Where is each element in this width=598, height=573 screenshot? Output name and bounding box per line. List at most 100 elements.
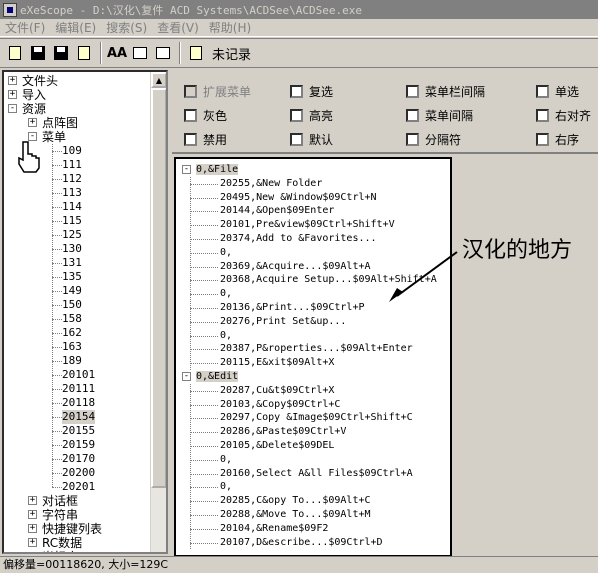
tree-leaf[interactable]: 111	[62, 158, 82, 172]
save-as-button[interactable]	[50, 42, 72, 64]
menu-item[interactable]: 20276,Print Set&up...	[220, 315, 346, 328]
hex-button[interactable]	[129, 42, 151, 64]
tree-node[interactable]: 对话框	[42, 494, 78, 508]
menu-search[interactable]: 搜索(S)	[101, 19, 152, 36]
tree-node[interactable]: 文件头	[22, 74, 58, 88]
tree-node[interactable]: RC数据	[42, 536, 82, 550]
tree-node[interactable]: 点阵图	[42, 116, 78, 130]
checkbox-box[interactable]	[536, 84, 549, 98]
menu-item[interactable]: 20285,C&opy To...$09Alt+C	[220, 494, 371, 507]
tree-leaf[interactable]: 163	[62, 340, 82, 354]
menu-group-expander-icon[interactable]: -	[182, 165, 191, 174]
tree-leaf[interactable]: 113	[62, 186, 82, 200]
checkbox-12[interactable]: 右序	[536, 131, 579, 147]
menu-item[interactable]: 0,	[220, 246, 232, 259]
checkbox-9[interactable]: 禁用	[184, 131, 227, 147]
checkbox-11[interactable]: 分隔符	[406, 131, 461, 147]
tree-expander-icon[interactable]: +	[8, 90, 17, 99]
checkbox-box[interactable]	[406, 108, 419, 122]
checkbox-6[interactable]: 高亮	[290, 107, 333, 123]
tree-node[interactable]: 菜单	[42, 130, 66, 144]
checkbox-box[interactable]	[184, 132, 197, 146]
checkbox-box[interactable]	[406, 84, 419, 98]
tree-node[interactable]: 光标库	[42, 550, 78, 552]
checkbox-box[interactable]	[290, 108, 303, 122]
menu-item[interactable]: 20374,Add to &Favorites...	[220, 232, 377, 245]
tree-leaf[interactable]: 112	[62, 172, 82, 186]
tree-expander-icon[interactable]: -	[8, 104, 17, 113]
menu-item[interactable]: 20107,D&escribe...$09Ctrl+D	[220, 536, 383, 549]
menu-item[interactable]: 20287,Cu&t$09Ctrl+X	[220, 384, 334, 397]
checkbox-8[interactable]: 右对齐	[536, 107, 591, 123]
menu-item[interactable]: 20136,&Print...$09Ctrl+P	[220, 301, 365, 314]
tree-scrollbar[interactable]: ▲	[150, 72, 166, 552]
tree-expander-icon[interactable]: +	[28, 496, 37, 505]
checkbox-10[interactable]: 默认	[290, 131, 333, 147]
dump-button[interactable]	[152, 42, 174, 64]
menu-item[interactable]: 20297,Copy &Image$09Ctrl+Shift+C	[220, 411, 413, 424]
checkbox-box[interactable]	[406, 132, 419, 146]
menu-item[interactable]: 20286,&Paste$09Ctrl+V	[220, 425, 346, 438]
tree-leaf[interactable]: 162	[62, 326, 82, 340]
tree-expander-icon[interactable]: +	[8, 76, 17, 85]
tree-leaf[interactable]: 135	[62, 270, 82, 284]
scroll-thumb[interactable]	[151, 88, 166, 488]
tree-node[interactable]: 导入	[22, 88, 46, 102]
menu-item[interactable]: 0,	[220, 287, 232, 300]
tree-expander-icon[interactable]: +	[28, 524, 37, 533]
menu-file[interactable]: 文件(F)	[0, 19, 50, 36]
tree-leaf[interactable]: 114	[62, 200, 82, 214]
checkbox-box[interactable]	[536, 132, 549, 146]
checkbox-7[interactable]: 菜单间隔	[406, 107, 473, 123]
checkbox-box[interactable]	[290, 84, 303, 98]
tree-leaf[interactable]: 130	[62, 242, 82, 256]
checkbox-2[interactable]: 复选	[290, 83, 333, 99]
menu-group[interactable]: 0,&File	[196, 163, 239, 176]
tree-expander-icon[interactable]: +	[30, 552, 35, 553]
checkbox-box[interactable]	[184, 108, 197, 122]
tree-leaf[interactable]: 20101	[62, 368, 95, 382]
tree-leaf[interactable]: 20111	[62, 382, 95, 396]
tree-leaf[interactable]: 20200	[62, 466, 95, 480]
tree-leaf[interactable]: 125	[62, 228, 82, 242]
menu-item[interactable]: 20144,&Open$09Enter	[220, 204, 334, 217]
tree-node[interactable]: 快捷键列表	[42, 522, 102, 536]
tree-expander-icon[interactable]: +	[28, 510, 37, 519]
save-button[interactable]	[27, 42, 49, 64]
tree-leaf[interactable]: 20201	[62, 480, 95, 494]
tree-leaf[interactable]: 115	[62, 214, 82, 228]
checkbox-3[interactable]: 菜单栏间隔	[406, 83, 485, 99]
menu-item[interactable]: 0,	[220, 329, 232, 342]
menu-tree[interactable]: -0,&File 20255,&New Folder 20495,New &Wind…	[174, 157, 452, 557]
tree-leaf[interactable]: 20159	[62, 438, 95, 452]
tree-node[interactable]: 资源	[22, 102, 46, 116]
scroll-up-button[interactable]: ▲	[151, 72, 166, 88]
tree-expander-icon[interactable]: +	[28, 118, 37, 127]
menu-item[interactable]: 20101,Pre&view$09Ctrl+Shift+V	[220, 218, 395, 231]
menu-item[interactable]: 20369,&Acquire...$09Alt+A	[220, 260, 371, 273]
menu-item[interactable]: 0,	[220, 453, 232, 466]
menu-item[interactable]: 20387,P&roperties...$09Alt+Enter	[220, 342, 413, 355]
checkbox-5[interactable]: 灰色	[184, 107, 227, 123]
record-button[interactable]	[185, 42, 207, 64]
menu-view[interactable]: 查看(V)	[152, 19, 204, 36]
tree-leaf[interactable]: 150	[62, 298, 82, 312]
menu-item[interactable]: 20103,&Copy$09Ctrl+C	[220, 398, 340, 411]
menu-edit[interactable]: 编辑(E)	[50, 19, 101, 36]
menu-group[interactable]: 0,&Edit	[196, 370, 239, 383]
menu-item[interactable]: 20288,&Move To...$09Alt+M	[220, 508, 371, 521]
tree-node[interactable]: 字符串	[42, 508, 78, 522]
checkbox-4[interactable]: 单选	[536, 83, 579, 99]
checkbox-box[interactable]	[536, 108, 549, 122]
tree-leaf[interactable]: 20155	[62, 424, 95, 438]
menu-item[interactable]: 0,	[220, 480, 232, 493]
menu-group-expander-icon[interactable]: -	[182, 372, 191, 381]
tree-leaf-selected[interactable]: 20154	[62, 410, 96, 424]
menu-item[interactable]: 20115,E&xit$09Alt+X	[220, 356, 334, 369]
tree-expander-icon[interactable]: +	[28, 538, 37, 547]
menu-item[interactable]: 20104,&Rename$09F2	[220, 522, 328, 535]
tree-leaf[interactable]: 109	[62, 144, 82, 158]
tree-leaf[interactable]: 20170	[62, 452, 95, 466]
tree-leaf[interactable]: 158	[62, 312, 82, 326]
tree-leaf[interactable]: 131	[62, 256, 82, 270]
